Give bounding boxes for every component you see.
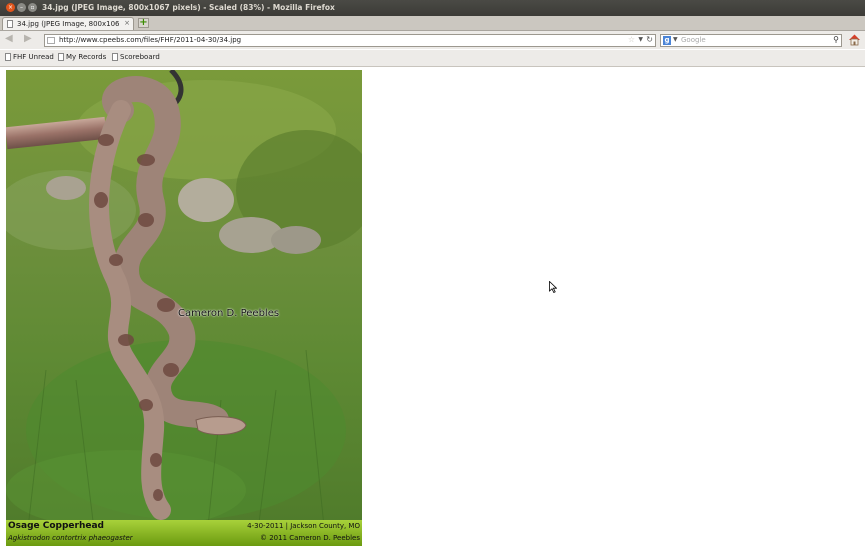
tab-current[interactable]: 34.jpg (JPEG Image, 800x1067 pix... × — [2, 17, 134, 30]
window-minimize-icon[interactable]: – — [17, 3, 26, 12]
window-close-icon[interactable]: × — [6, 3, 15, 12]
tab-label: 34.jpg (JPEG Image, 800x1067 pix... — [17, 20, 119, 28]
tab-close-icon[interactable]: × — [124, 19, 130, 27]
back-arrow-icon[interactable]: ◀ — [5, 33, 13, 44]
search-engine-icon[interactable]: g — [663, 36, 671, 45]
bookmark-page-icon — [58, 53, 64, 61]
bookmark-label: FHF Unread — [13, 53, 54, 61]
page-favicon-icon — [7, 20, 13, 28]
new-tab-button[interactable]: + — [138, 17, 149, 28]
url-dropdown-icon[interactable]: ▼ — [638, 36, 643, 43]
search-engine-dropdown-icon[interactable]: ▼ — [673, 36, 678, 43]
page-content: Cameron D. Peebles Osage Copperhead Agki… — [0, 67, 865, 551]
site-identity-icon[interactable] — [47, 37, 55, 44]
window-title: 34.jpg (JPEG Image, 800x1067 pixels) - S… — [42, 3, 335, 12]
window-maximize-icon[interactable]: ▫ — [28, 3, 37, 12]
tab-strip: 34.jpg (JPEG Image, 800x1067 pix... × + — [0, 16, 865, 31]
navigation-toolbar: ◀ ▶ http://www.cpeebs.com/files/FHF/2011… — [0, 31, 865, 49]
species-common-name: Osage Copperhead — [8, 521, 105, 531]
photo-date-location: 4-30-2011 | Jackson County, MO — [247, 522, 360, 530]
bookmark-item[interactable]: Scoreboard — [112, 53, 160, 61]
reload-icon[interactable]: ↻ — [646, 35, 653, 44]
photo-copyright: © 2011 Cameron D. Peebles — [259, 534, 360, 542]
address-bar[interactable]: http://www.cpeebs.com/files/FHF/2011-04-… — [44, 34, 656, 47]
photo-caption-bar: Osage Copperhead Agkistrodon contortrix … — [6, 520, 362, 546]
search-placeholder[interactable]: Google — [681, 36, 706, 44]
bookmark-item[interactable]: FHF Unread — [5, 53, 54, 61]
bookmark-item[interactable]: My Records — [58, 53, 106, 61]
bookmark-label: Scoreboard — [120, 53, 160, 61]
home-icon[interactable] — [848, 33, 861, 46]
star-icon[interactable]: ☆ — [628, 35, 635, 44]
snake-photo[interactable]: Cameron D. Peebles Osage Copperhead Agki… — [6, 70, 362, 546]
species-scientific-name: Agkistrodon contortrix phaeogaster — [8, 534, 133, 542]
url-text[interactable]: http://www.cpeebs.com/files/FHF/2011-04-… — [59, 36, 241, 44]
mouse-cursor-icon — [549, 281, 557, 293]
bookmark-page-icon — [112, 53, 118, 61]
photo-watermark: Cameron D. Peebles — [178, 308, 280, 319]
bookmarks-toolbar: FHF Unread My Records Scoreboard — [0, 50, 865, 67]
forward-arrow-icon[interactable]: ▶ — [24, 33, 32, 44]
bookmark-page-icon — [5, 53, 11, 61]
window-titlebar: × – ▫ 34.jpg (JPEG Image, 800x1067 pixel… — [0, 0, 865, 16]
search-bar[interactable]: g ▼ Google ⚲ — [660, 34, 842, 47]
bookmark-label: My Records — [66, 53, 107, 61]
plus-icon: + — [139, 17, 148, 28]
magnifier-icon[interactable]: ⚲ — [833, 35, 839, 44]
